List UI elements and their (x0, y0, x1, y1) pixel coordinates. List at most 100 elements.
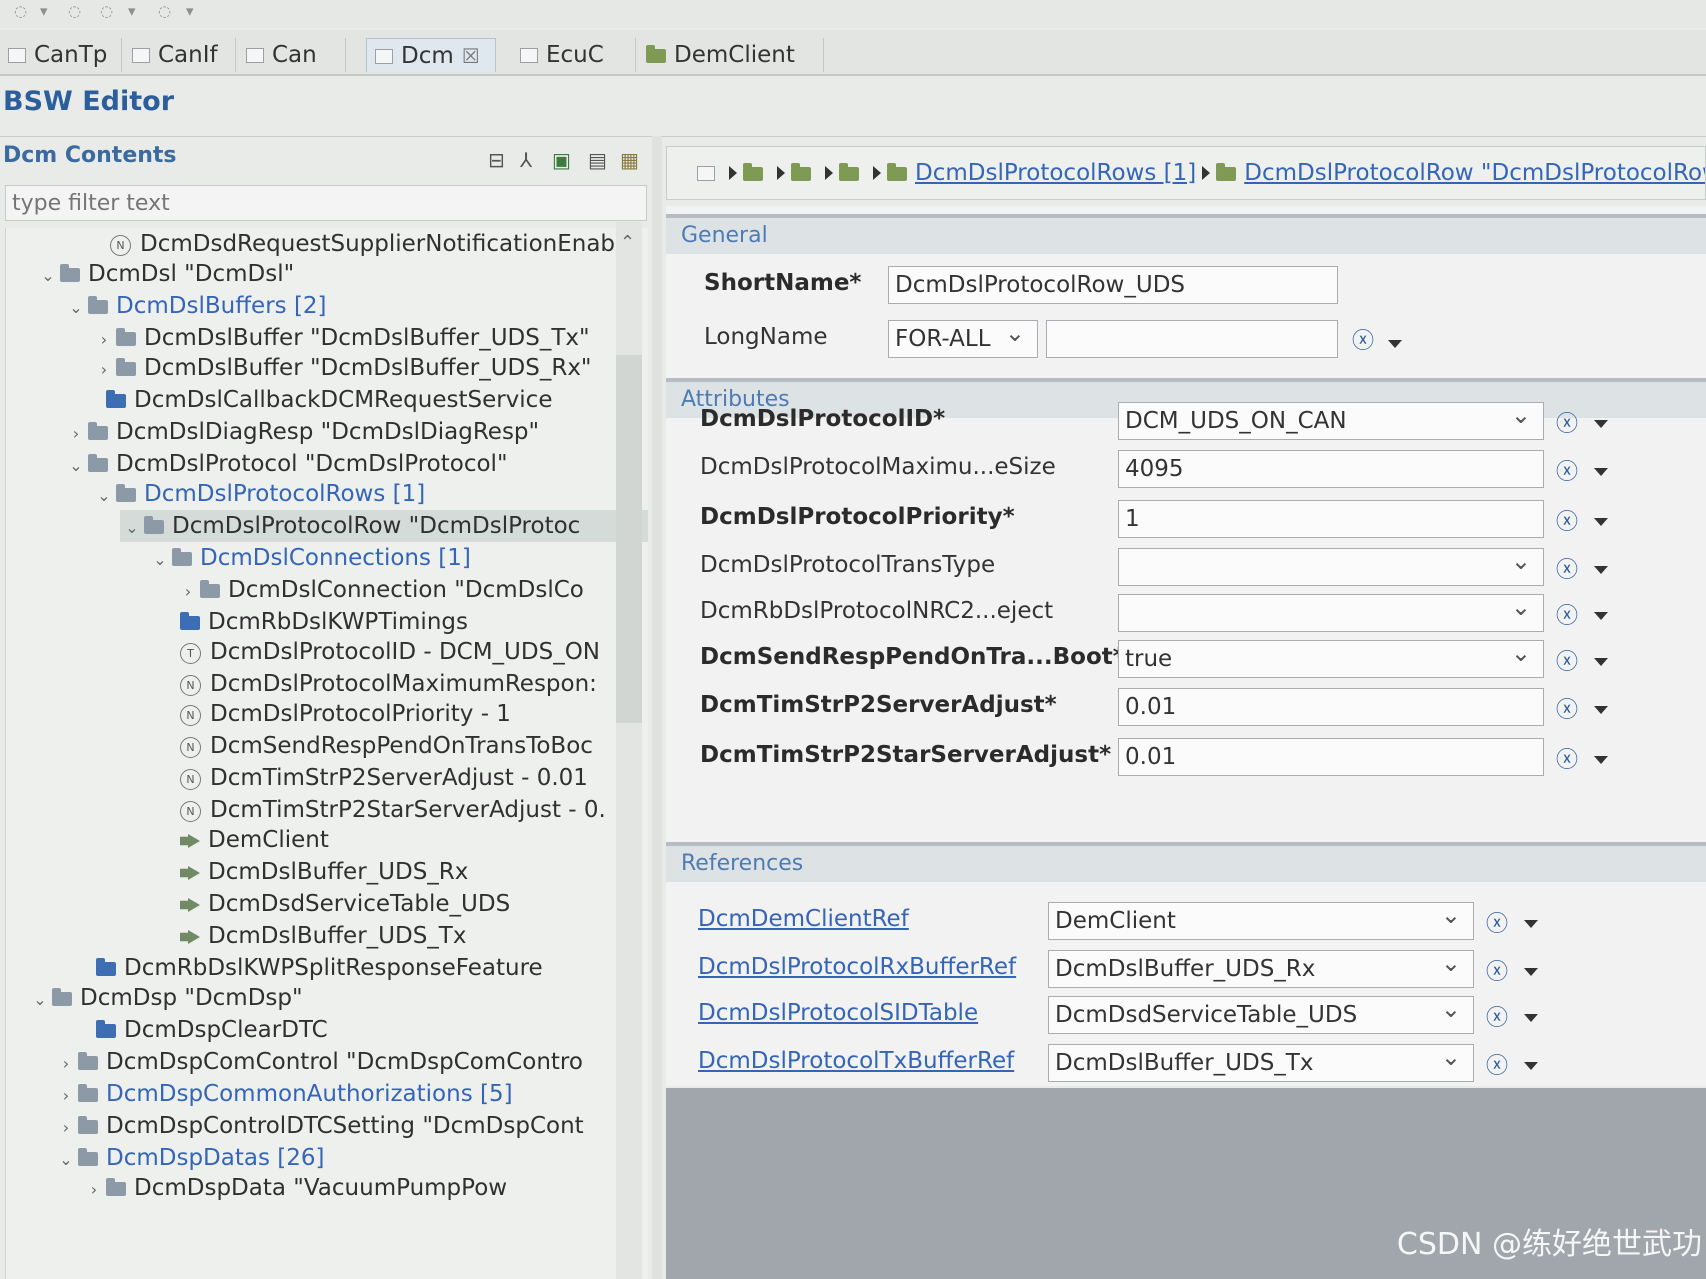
tree-scrollbar-thumb[interactable] (616, 355, 642, 723)
toolbar-icon[interactable]: ◌ (68, 2, 81, 20)
dropdown-arrow-icon[interactable] (1388, 340, 1402, 348)
panel-splitter[interactable] (652, 136, 662, 1279)
attribute-select[interactable]: true (1118, 640, 1544, 678)
reference-label-link[interactable]: DcmDslProtocolTxBufferRef (698, 1048, 1014, 1074)
tree-item[interactable]: › DcmDslBuffer "DcmDslBuffer_UDS_Rx" (92, 352, 592, 384)
tree-item[interactable]: › DcmDspCommonAuthorizations [5] (54, 1078, 513, 1110)
dropdown-arrow-icon[interactable] (1594, 756, 1608, 764)
reference-label-link[interactable]: DcmDslProtocolSIDTable (698, 1000, 978, 1026)
dropdown-arrow-icon[interactable] (1594, 612, 1608, 620)
tree-item[interactable]: ⌄ DcmDslProtocolRows [1] (92, 478, 425, 510)
references-section-header[interactable]: References (666, 842, 1706, 882)
tree-item[interactable]: › DcmDslConnection "DcmDslCo (176, 574, 584, 606)
dropdown-arrow-icon[interactable] (1594, 518, 1608, 526)
tree-item[interactable]: › DcmDslDiagResp "DcmDslDiagResp" (64, 416, 539, 448)
attribute-field[interactable]: 4095 (1118, 450, 1544, 488)
tree-item[interactable]: › DcmDslBuffer "DcmDslBuffer_UDS_Tx" (92, 322, 590, 354)
dropdown-arrow-icon[interactable]: ▾ (186, 2, 194, 20)
longname-field[interactable] (1046, 320, 1338, 358)
tree-item[interactable]: DcmDsdServiceTable_UDS (156, 888, 510, 920)
tab-demclient[interactable]: DemClient (638, 38, 824, 72)
variant-icon[interactable]: ⓧ (1556, 406, 1578, 438)
tree-item[interactable]: DcmDslBuffer_UDS_Tx (156, 920, 466, 952)
tree-item[interactable]: ⌄ DcmDslConnections [1] (148, 542, 471, 574)
expand-chevron-icon[interactable]: ⌄ (28, 984, 52, 1016)
tree-item[interactable]: DcmRbDslKWPTimings (156, 606, 468, 638)
reference-select[interactable]: DcmDslBuffer_UDS_Rx (1048, 950, 1474, 988)
tree-item[interactable]: N DcmDslProtocolPriority - 1 (156, 698, 511, 730)
document-view-icon[interactable]: ▤ (588, 148, 607, 172)
attribute-field[interactable]: 0.01 (1118, 688, 1544, 726)
collapse-chevron-icon[interactable]: › (82, 1174, 106, 1206)
tree-item[interactable]: ⌄ DcmDspDatas [26] (54, 1142, 324, 1174)
variant-icon[interactable]: ⓧ (1556, 552, 1578, 584)
dropdown-arrow-icon[interactable] (1594, 566, 1608, 574)
scroll-up-icon[interactable]: ⌃ (620, 232, 635, 253)
variant-icon[interactable]: ⓧ (1556, 454, 1578, 486)
tree-item[interactable]: N DcmTimStrP2StarServerAdjust - 0. (156, 794, 606, 826)
attribute-field[interactable]: 0.01 (1118, 738, 1544, 776)
dropdown-arrow-icon[interactable] (1594, 468, 1608, 476)
expand-chevron-icon[interactable]: ⌄ (54, 1144, 78, 1176)
root-icon[interactable] (697, 166, 715, 181)
collapse-chevron-icon[interactable]: › (54, 1112, 78, 1144)
collapse-chevron-icon[interactable]: › (92, 354, 116, 386)
reference-select[interactable]: DemClient (1048, 902, 1474, 940)
attribute-field[interactable]: 1 (1118, 500, 1544, 538)
expand-chevron-icon[interactable]: ⌄ (92, 480, 116, 512)
dropdown-arrow-icon[interactable] (1524, 1014, 1538, 1022)
tab-cantp[interactable]: CanTp (0, 38, 122, 72)
variant-icon[interactable]: ▣ (552, 148, 571, 172)
variant-icon[interactable]: ⓧ (1352, 323, 1374, 355)
tree-item[interactable]: › DcmDspComControl "DcmDspComContro (54, 1046, 583, 1078)
toolbar-icon[interactable]: ◌ (158, 2, 171, 20)
folder-icon[interactable] (743, 163, 763, 181)
tree-item[interactable]: ⌄ DcmDslBuffers [2] (64, 290, 326, 324)
tab-dcm[interactable]: Dcm ☒ (366, 38, 496, 72)
toolbar-icon[interactable]: ◌ (100, 2, 113, 20)
dropdown-arrow-icon[interactable] (1594, 658, 1608, 666)
expand-chevron-icon[interactable]: ⌄ (64, 292, 88, 324)
toolbar-icon[interactable]: ◌ (14, 2, 27, 20)
tab-ecuc[interactable]: EcuC (512, 38, 636, 72)
tree-item[interactable]: DcmDslCallbackDCMRequestService (82, 384, 552, 416)
table-view-icon[interactable]: ▦ (620, 148, 639, 172)
variant-icon[interactable]: ⓧ (1486, 1000, 1508, 1032)
dropdown-arrow-icon[interactable]: ▾ (40, 2, 48, 20)
tree-item[interactable]: ⌄ DcmDsp "DcmDsp" (28, 982, 302, 1016)
variant-icon[interactable]: ⓧ (1556, 504, 1578, 536)
reference-label-link[interactable]: DcmDemClientRef (698, 906, 909, 932)
collapse-chevron-icon[interactable]: › (54, 1048, 78, 1080)
attribute-select[interactable] (1118, 594, 1544, 632)
dropdown-arrow-icon[interactable] (1524, 920, 1538, 928)
variant-icon[interactable]: ⓧ (1556, 742, 1578, 774)
expand-chevron-icon[interactable]: ⌄ (36, 260, 60, 292)
tab-canif[interactable]: CanIf (124, 38, 236, 72)
tree-item[interactable]: N DcmDsdRequestSupplierNotificationEnabl (86, 228, 621, 260)
reference-select[interactable]: DcmDslBuffer_UDS_Tx (1048, 1044, 1474, 1082)
breadcrumb-link[interactable]: DcmDslProtocolRow "DcmDslProtocolRow (1244, 160, 1705, 186)
tree-item[interactable]: N DcmDslProtocolMaximumRespon: (156, 668, 597, 700)
collapse-chevron-icon[interactable]: › (64, 418, 88, 450)
collapse-all-icon[interactable]: ⊟ (488, 148, 505, 172)
tree-item[interactable]: DcmDslBuffer_UDS_Rx (156, 856, 468, 888)
tree-item[interactable]: DcmRbDslKWPSplitResponseFeature (72, 952, 543, 984)
tree-item[interactable]: › DcmDspControlDTCSetting "DcmDspCont (54, 1110, 584, 1142)
tree-hierarchy-icon[interactable]: ⅄ (520, 148, 532, 172)
variant-icon[interactable]: ⓧ (1486, 906, 1508, 938)
tree-item[interactable]: › DcmDspData "VacuumPumpPow (82, 1172, 507, 1204)
tree-item-selected[interactable]: ⌄ DcmDslProtocolRow "DcmDslProtoc (120, 510, 648, 542)
tree-item[interactable]: N DcmTimStrP2ServerAdjust - 0.01 (156, 762, 588, 794)
variant-icon[interactable]: ⓧ (1556, 644, 1578, 676)
shortname-field[interactable]: DcmDslProtocolRow_UDS (888, 266, 1338, 304)
tree-item[interactable]: N DcmSendRespPendOnTransToBoc (156, 730, 593, 762)
general-section-header[interactable]: General (666, 214, 1706, 254)
dropdown-arrow-icon[interactable]: ▾ (128, 2, 136, 20)
dropdown-arrow-icon[interactable] (1594, 706, 1608, 714)
variant-icon[interactable]: ⓧ (1486, 1048, 1508, 1080)
dropdown-arrow-icon[interactable] (1524, 1062, 1538, 1070)
attribute-select[interactable] (1118, 548, 1544, 586)
longname-language-select[interactable]: FOR-ALL (888, 320, 1038, 358)
reference-select[interactable]: DcmDsdServiceTable_UDS (1048, 996, 1474, 1034)
collapse-chevron-icon[interactable]: › (176, 576, 200, 608)
